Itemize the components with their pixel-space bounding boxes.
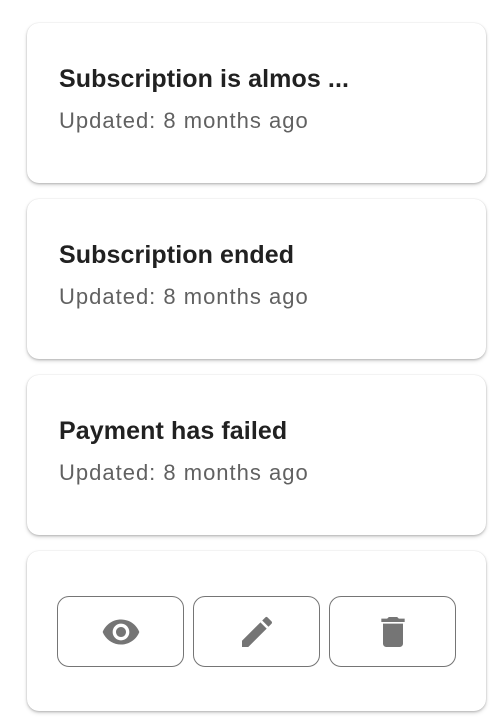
- item-title: Subscription ended: [59, 241, 295, 269]
- edit-button[interactable]: [193, 596, 320, 667]
- actions-card: [27, 551, 486, 711]
- item-updated-time: Updated: 8 months ago: [59, 284, 309, 309]
- item-title: Subscription is almos ...: [59, 65, 350, 93]
- item-updated-time: Updated: 8 months ago: [59, 108, 309, 133]
- trash-icon: [380, 616, 405, 647]
- pencil-icon: [241, 616, 272, 647]
- list-item[interactable]: Subscription ended Updated: 8 months ago: [27, 199, 486, 359]
- eye-icon: [102, 619, 139, 644]
- list-item[interactable]: Subscription is almos ... Updated: 8 mon…: [27, 23, 486, 183]
- list-item[interactable]: Payment has failed Updated: 8 months ago: [27, 375, 486, 535]
- view-button[interactable]: [57, 596, 184, 667]
- item-updated-time: Updated: 8 months ago: [59, 460, 309, 485]
- delete-button[interactable]: [329, 596, 456, 667]
- item-title: Payment has failed: [59, 417, 288, 445]
- notification-template-list: Subscription is almos ... Updated: 8 mon…: [27, 23, 486, 727]
